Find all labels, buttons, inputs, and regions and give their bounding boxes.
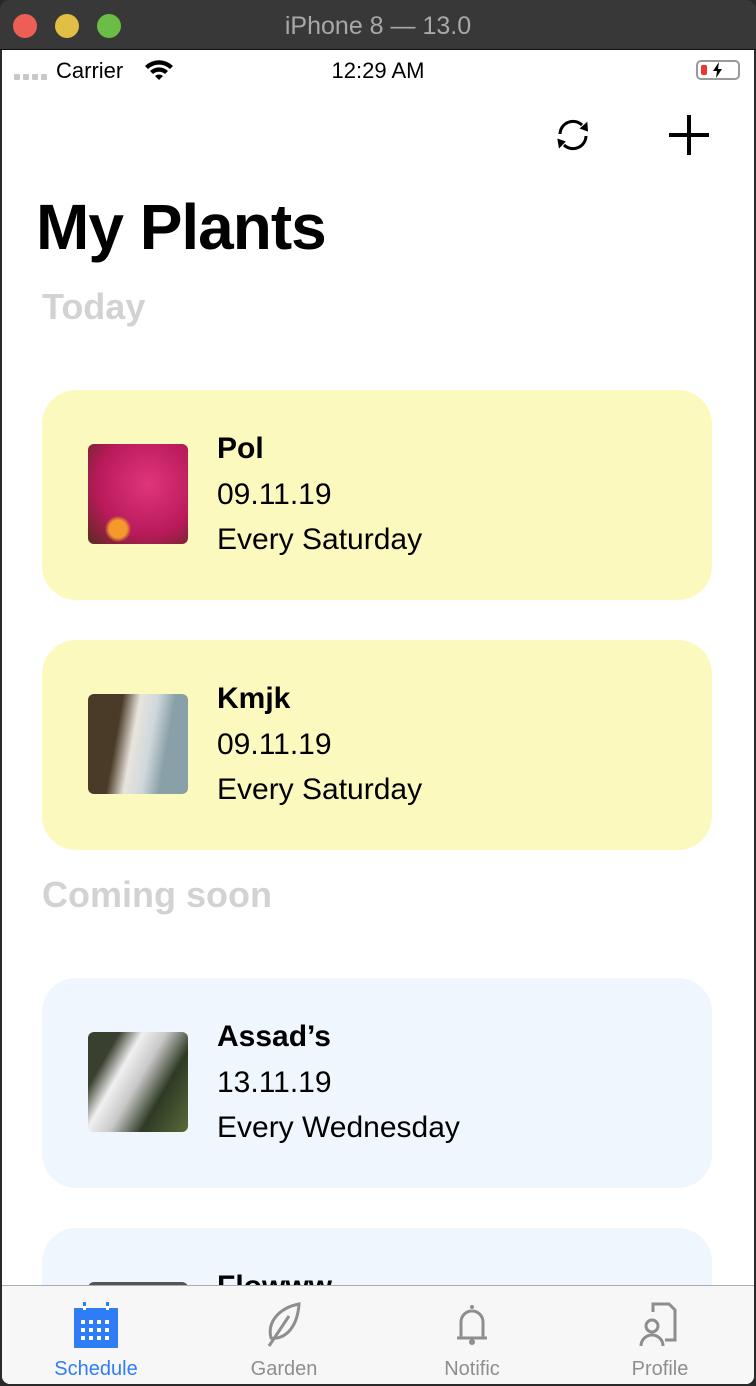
plant-frequency: Every Wednesday [217,1111,460,1144]
refresh-icon [557,119,589,151]
window-title: iPhone 8 — 13.0 [284,12,472,40]
status-bar: Carrier 12:29 AM [2,50,754,90]
tab-garden[interactable]: Garden [190,1286,378,1384]
add-plant-button[interactable] [664,110,714,160]
bell-icon [457,1305,487,1345]
plus-icon [669,115,709,155]
section-coming-soon-title: Coming soon [42,874,272,915]
tab-label: Schedule [54,1358,138,1380]
plant-thumbnail [88,444,188,544]
plant-name: Assad’s [217,1020,331,1053]
window-titlebar: iPhone 8 — 13.0 [0,0,756,50]
plant-card[interactable]: Kmjk 09.11.19 Every Saturday [42,640,712,850]
plant-thumbnail [88,1032,188,1132]
tab-profile[interactable]: Profile [566,1286,754,1384]
plant-name: Pol [217,432,264,465]
refresh-button[interactable] [548,110,598,160]
tab-label: Garden [250,1358,318,1380]
clock: 12:29 AM [331,58,425,83]
section-today-title: Today [42,286,146,327]
plant-thumbnail [88,694,188,794]
tab-bar: Schedule Garden Notific Profile [2,1285,754,1384]
plant-date: 09.11.19 [217,728,332,761]
plant-date: 13.11.19 [217,1066,332,1099]
tab-notifications[interactable]: Notific [378,1286,566,1384]
plant-frequency: Every Saturday [217,523,423,556]
plant-name: Kmjk [217,682,291,715]
tab-label: Notific [444,1358,500,1380]
plant-card[interactable]: Assad’s 13.11.19 Every Wednesday [42,978,712,1188]
plant-frequency: Every Saturday [217,773,423,806]
plant-card[interactable]: Pol 09.11.19 Every Saturday [42,390,712,600]
battery-icon [696,60,740,80]
plant-date: 09.11.19 [217,478,332,511]
tab-schedule[interactable]: Schedule [2,1286,190,1384]
phone-screen: Carrier 12:29 AM My Plants Today Pol 09.… [2,50,754,1384]
page-title: My Plants [36,191,327,263]
tab-label: Profile [631,1358,689,1380]
calendar-icon [74,1302,118,1348]
leaf-icon [267,1302,301,1347]
profile-icon [639,1302,677,1347]
